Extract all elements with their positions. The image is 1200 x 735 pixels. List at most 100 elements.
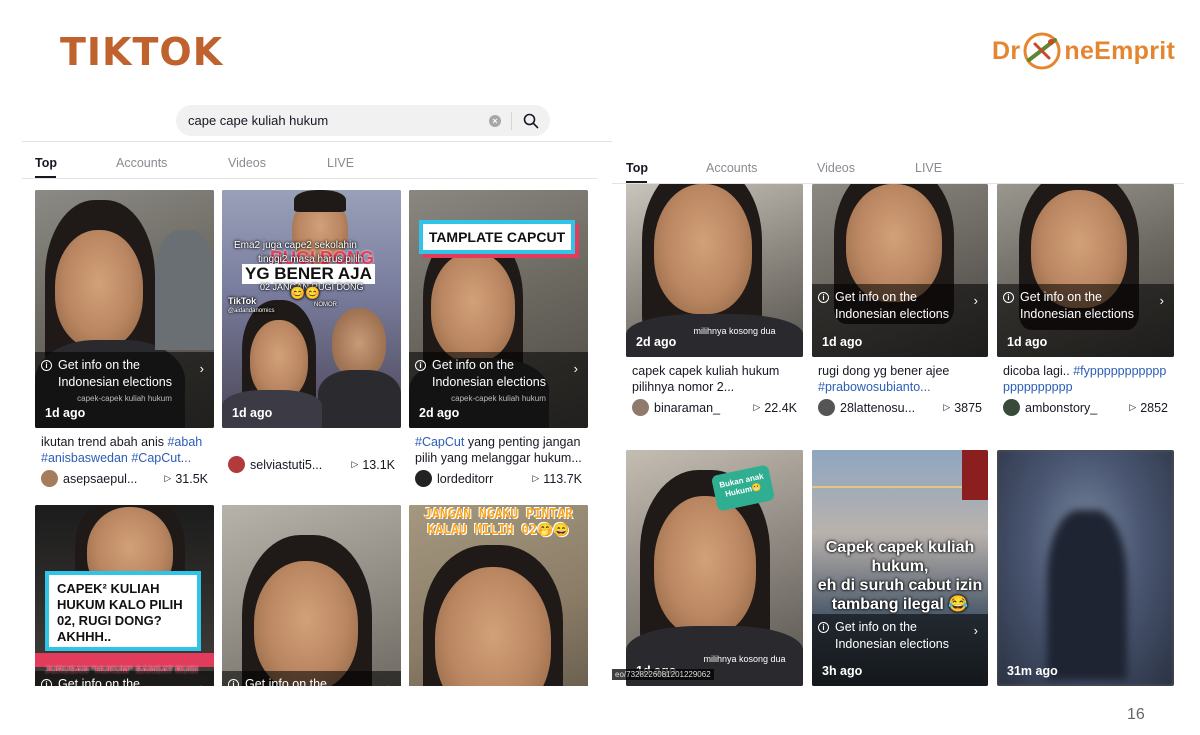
video-thumbnail[interactable]: Ema2 juga cape2 sekolahin RUGI DONG ting… bbox=[222, 190, 401, 428]
video-card[interactable]: i Get info on the › bbox=[222, 505, 401, 686]
page-number: 16 bbox=[1127, 706, 1145, 723]
banner-text: YG BENER AJA bbox=[245, 264, 372, 283]
tab-accounts[interactable]: Accounts bbox=[116, 156, 167, 170]
video-thumbnail[interactable]: TAMPLATE CAPCUT i Get info on the Indones… bbox=[409, 190, 588, 428]
info-label: Get info on the bbox=[432, 358, 515, 372]
info-sublabel: Indonesian elections bbox=[835, 307, 949, 321]
avatar[interactable] bbox=[1003, 399, 1020, 416]
chevron-right-icon: › bbox=[973, 293, 978, 308]
view-count: 3875 bbox=[954, 400, 982, 415]
creator-handle: @aidandanomics bbox=[228, 308, 275, 314]
video-description: capek capek kuliah hukum pilihnya nomor … bbox=[632, 364, 780, 394]
view-count: 2852 bbox=[1140, 400, 1168, 415]
election-info-banner[interactable]: i Get info on the › bbox=[222, 671, 401, 686]
video-thumbnail[interactable]: Bukan anak Hukum😬 milihnya kosong dua 1d… bbox=[626, 450, 803, 686]
desc-text: rugi dong yg bener ajee bbox=[818, 364, 950, 378]
video-card[interactable]: 31m ago bbox=[997, 450, 1174, 686]
posted-time: 3h ago bbox=[822, 664, 863, 678]
chevron-right-icon: › bbox=[573, 361, 578, 376]
drone-emprit-logo: Dr neEmprit bbox=[992, 30, 1175, 72]
tab-videos[interactable]: Videos bbox=[228, 156, 266, 170]
video-thumbnail[interactable]: milihnya kosong dua 2d ago bbox=[626, 184, 803, 357]
info-sublabel: Indonesian elections bbox=[1020, 307, 1134, 321]
info-icon: i bbox=[41, 359, 52, 371]
desc-text: ikutan trend abah anis bbox=[41, 435, 168, 449]
avatar[interactable] bbox=[228, 456, 245, 473]
tab-bar: Top Accounts Videos LIVE bbox=[22, 156, 612, 186]
video-caption-overlay: capek-capek kuliah hukum bbox=[451, 394, 546, 403]
video-card[interactable]: CAPEK² KULIAH HUKUM KALO PILIH 02, RUGI … bbox=[35, 505, 214, 686]
avatar[interactable] bbox=[415, 470, 432, 487]
template-banner: TAMPLATE CAPCUT bbox=[419, 220, 575, 254]
play-icon: ▷ bbox=[1129, 402, 1137, 412]
video-card[interactable]: JANGAN NGAKU PINTAR KALAU MILIH 02🤭😄 bbox=[409, 505, 588, 686]
posted-time: 31m ago bbox=[1007, 664, 1058, 678]
hashtags[interactable]: #prabowosubianto... bbox=[818, 380, 931, 394]
info-icon: i bbox=[818, 621, 829, 633]
play-icon: ▷ bbox=[351, 459, 359, 469]
avatar[interactable] bbox=[41, 470, 58, 487]
video-thumbnail[interactable]: i Get info on the › bbox=[222, 505, 401, 686]
search-icon[interactable] bbox=[512, 105, 550, 136]
chevron-right-icon: › bbox=[973, 623, 978, 638]
video-card[interactable]: i Get info on the Indonesian elections › … bbox=[812, 184, 988, 416]
posted-time: 1d ago bbox=[1007, 335, 1048, 349]
video-thumbnail[interactable]: Capek capek kuliah hukum, eh di suruh ca… bbox=[812, 450, 988, 686]
video-description: ikutan trend abah anis #abah #anisbaswed… bbox=[35, 434, 214, 466]
play-icon: ▷ bbox=[943, 402, 951, 412]
video-thumbnail[interactable]: i Get info on the Indonesian elections › … bbox=[997, 184, 1174, 357]
info-icon: i bbox=[818, 291, 829, 303]
video-thumbnail[interactable]: i Get info on the Indonesian elections › … bbox=[35, 190, 214, 428]
emoji-overlay: 😊😊 bbox=[290, 286, 320, 300]
video-card[interactable]: TAMPLATE CAPCUT i Get info on the Indones… bbox=[409, 190, 588, 487]
username[interactable]: 28lattenosu... bbox=[840, 401, 943, 415]
search-bar[interactable]: cape cape kuliah hukum × bbox=[176, 105, 550, 136]
video-card[interactable]: Capek capek kuliah hukum, eh di suruh ca… bbox=[812, 450, 988, 686]
clear-icon[interactable]: × bbox=[489, 114, 501, 127]
username[interactable]: binaraman_ bbox=[654, 401, 753, 415]
tab-live[interactable]: LIVE bbox=[915, 161, 942, 175]
video-meta: asepsaepul... ▷ 31.5K bbox=[35, 470, 214, 487]
view-count: 113.7K bbox=[543, 471, 582, 486]
logo-text-rest: neEmprit bbox=[1064, 36, 1176, 65]
video-card[interactable]: i Get info on the Indonesian elections › … bbox=[35, 190, 214, 487]
video-card[interactable]: milihnya kosong dua 2d ago capek capek k… bbox=[626, 184, 803, 416]
video-card[interactable]: Bukan anak Hukum😬 milihnya kosong dua 1d… bbox=[626, 450, 803, 686]
election-info-banner[interactable]: i Get info on the › bbox=[35, 671, 214, 686]
video-thumbnail[interactable]: JANGAN NGAKU PINTAR KALAU MILIH 02🤭😄 bbox=[409, 505, 588, 686]
info-icon: i bbox=[415, 359, 426, 371]
tab-accounts[interactable]: Accounts bbox=[706, 161, 757, 175]
view-count: 13.1K bbox=[362, 457, 395, 472]
view-count: 31.5K bbox=[175, 471, 208, 486]
info-label: Get info on the bbox=[58, 677, 141, 686]
video-meta: selviastuti5... ▷ 13.1K bbox=[222, 456, 401, 473]
tab-top[interactable]: Top bbox=[626, 161, 648, 175]
info-icon: i bbox=[228, 678, 239, 686]
username[interactable]: selviastuti5... bbox=[250, 458, 351, 472]
username[interactable]: asepsaepul... bbox=[63, 472, 164, 486]
chevron-right-icon: › bbox=[1159, 293, 1164, 308]
video-thumbnail[interactable]: i Get info on the Indonesian elections › … bbox=[812, 184, 988, 357]
slide-title: TIKTOK bbox=[60, 30, 224, 74]
tab-top[interactable]: Top bbox=[35, 156, 57, 170]
avatar[interactable] bbox=[818, 399, 835, 416]
posted-time: 1d ago bbox=[822, 335, 863, 349]
video-card[interactable]: i Get info on the Indonesian elections › … bbox=[997, 184, 1174, 416]
search-input[interactable]: cape cape kuliah hukum bbox=[188, 113, 489, 128]
username[interactable]: lordeditorr bbox=[437, 472, 532, 486]
video-meta: ambonstory_ ▷ 2852 bbox=[997, 399, 1174, 416]
video-thumbnail[interactable]: CAPEK² KULIAH HUKUM KALO PILIH 02, RUGI … bbox=[35, 505, 214, 686]
avatar[interactable] bbox=[632, 399, 649, 416]
video-caption-overlay: milihnya kosong dua bbox=[703, 654, 786, 664]
tab-videos[interactable]: Videos bbox=[817, 161, 855, 175]
video-caption-overlay: capek-capek kuliah hukum bbox=[77, 394, 172, 403]
tab-live[interactable]: LIVE bbox=[327, 156, 354, 170]
tiktok-watermark: TikTok bbox=[228, 296, 257, 306]
username[interactable]: ambonstory_ bbox=[1025, 401, 1129, 415]
video-thumbnail[interactable]: 31m ago bbox=[997, 450, 1174, 686]
overlay-line: hukum, bbox=[871, 558, 929, 575]
hashtags[interactable]: #CapCut bbox=[415, 435, 464, 449]
video-card[interactable]: Ema2 juga cape2 sekolahin RUGI DONG ting… bbox=[222, 190, 401, 473]
desc-text: dicoba lagi.. bbox=[1003, 364, 1074, 378]
info-label: Get info on the bbox=[835, 620, 918, 634]
